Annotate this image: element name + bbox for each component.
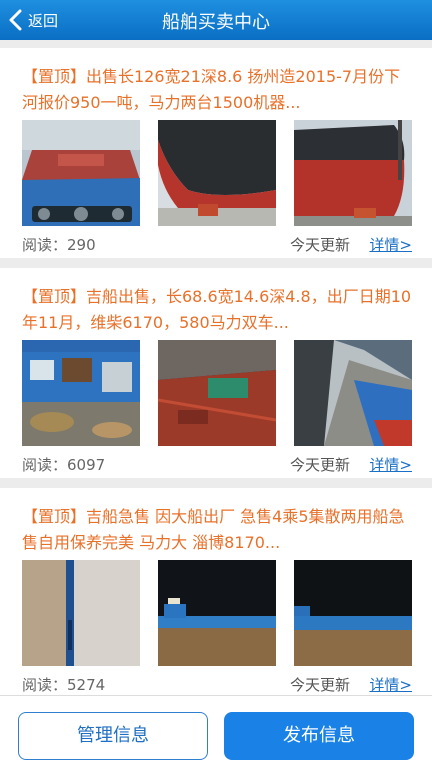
listing-photo[interactable] bbox=[158, 120, 276, 226]
listing-photo[interactable] bbox=[294, 120, 412, 226]
read-count: 阅读：5274 bbox=[22, 676, 106, 694]
listing-photo[interactable] bbox=[22, 560, 140, 666]
updated-status: 今天更新 bbox=[289, 236, 350, 254]
listing-meta: 阅读：290 今天更新 详情> bbox=[22, 234, 412, 256]
detail-link[interactable]: 详情> bbox=[369, 234, 412, 255]
wheelhouse-photo bbox=[22, 340, 140, 446]
listing-photo[interactable] bbox=[22, 340, 140, 446]
red-hull-bow-photo bbox=[158, 120, 276, 226]
photo-row bbox=[22, 340, 412, 446]
publish-info-button[interactable]: 发布信息 bbox=[224, 712, 414, 760]
photo-row bbox=[22, 560, 412, 666]
bottom-action-bar: 管理信息 发布信息 bbox=[0, 695, 432, 768]
ship-deck-photo bbox=[22, 120, 140, 226]
read-count: 阅读：6097 bbox=[22, 456, 106, 474]
listing-meta: 阅读：6097 今天更新 详情> bbox=[22, 454, 412, 476]
listing-photo[interactable] bbox=[158, 560, 276, 666]
listing-photo[interactable] bbox=[294, 340, 412, 446]
listing-card[interactable]: 【置顶】吉船急售 因大船出厂 急售4乘5集散两用船急售自用保养完美 马力大 淄博… bbox=[0, 488, 432, 695]
read-count: 阅读：290 bbox=[22, 236, 96, 254]
ship-side-photo bbox=[294, 340, 412, 446]
cargo-hold-photo bbox=[158, 340, 276, 446]
page-title: 船舶买卖中心 bbox=[162, 12, 270, 33]
night-barge-photo bbox=[294, 560, 412, 666]
listing-photo[interactable] bbox=[22, 120, 140, 226]
listing-card[interactable]: 【置顶】出售长126宽21深8.6 扬州造2015-7月份下河报价950一吨，马… bbox=[0, 48, 432, 258]
listing-title[interactable]: 【置顶】吉船出售，长68.6宽14.6深4.8，出厂日期10年11月，维柴617… bbox=[22, 284, 414, 336]
hull-closeup-photo bbox=[22, 560, 140, 666]
manage-info-button[interactable]: 管理信息 bbox=[18, 712, 208, 760]
top-bar: 返回 船舶买卖中心 bbox=[0, 0, 432, 40]
detail-link[interactable]: 详情> bbox=[369, 674, 412, 695]
photo-row bbox=[22, 120, 412, 226]
listing-photo[interactable] bbox=[158, 340, 276, 446]
updated-status: 今天更新 bbox=[289, 676, 350, 694]
night-river-photo bbox=[158, 560, 276, 666]
updated-status: 今天更新 bbox=[289, 456, 350, 474]
listing-title[interactable]: 【置顶】吉船急售 因大船出厂 急售4乘5集散两用船急售自用保养完美 马力大 淄博… bbox=[22, 504, 414, 556]
listing-list[interactable]: 【置顶】出售长126宽21深8.6 扬州造2015-7月份下河报价950一吨，马… bbox=[0, 40, 432, 695]
listing-card[interactable]: 【置顶】吉船出售，长68.6宽14.6深4.8，出厂日期10年11月，维柴617… bbox=[0, 268, 432, 478]
listing-meta: 阅读：5274 今天更新 详情> bbox=[22, 674, 412, 695]
detail-link[interactable]: 详情> bbox=[369, 454, 412, 475]
listing-photo[interactable] bbox=[294, 560, 412, 666]
listing-title[interactable]: 【置顶】出售长126宽21深8.6 扬州造2015-7月份下河报价950一吨，马… bbox=[22, 64, 414, 116]
red-hull-stern-photo bbox=[294, 120, 412, 226]
